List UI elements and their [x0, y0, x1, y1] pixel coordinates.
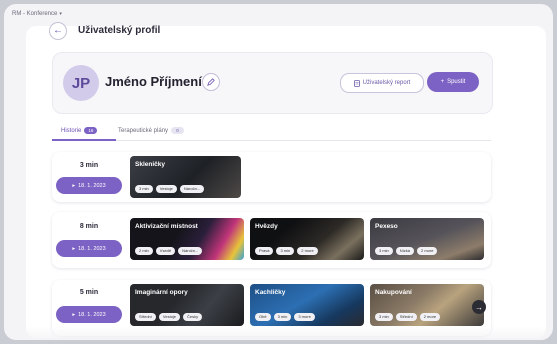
game-tag: Česky — [183, 313, 203, 321]
tab-bar: Historie 16 Terapeutické plány 0 — [52, 122, 491, 141]
bottom-fade — [26, 326, 546, 340]
game-card[interactable]: Kachličky Obě 3 min 3 more — [250, 284, 364, 326]
game-tag: 2 more — [297, 247, 318, 255]
document-icon — [353, 79, 360, 87]
game-card[interactable]: Pexeso 3 min Nízká 2 more — [370, 218, 484, 260]
game-tag: 3 min — [375, 247, 393, 255]
game-tag: Pravá — [255, 247, 274, 255]
game-tag: Vestoje — [155, 185, 177, 193]
game-title: Aktivizační místnost — [135, 223, 198, 230]
tab-history-label: Historie — [61, 127, 82, 134]
user-report-label: Uživatelský report — [362, 80, 411, 86]
session-duration: 3 min — [79, 162, 99, 169]
play-icon: ▸ — [72, 311, 76, 318]
game-tags: 2 min Vsedě Náročn... — [135, 247, 203, 255]
window-title[interactable]: RM - Konference ▾ — [12, 11, 62, 17]
session-row: 8 min ▸ 18. 1. 2023 Aktivizační místnost… — [52, 212, 491, 268]
back-button[interactable]: ← — [49, 22, 67, 40]
game-tag: 3 min — [273, 313, 292, 321]
arrow-left-icon: ← — [53, 25, 63, 36]
avatar: JP — [63, 65, 99, 101]
user-name: Jméno Příjmení — [105, 74, 202, 89]
game-tag: 3 min — [135, 185, 153, 193]
pencil-icon — [207, 78, 215, 86]
session-row: 3 min ▸ 18. 1. 2023 Skleničky 3 min Vest… — [52, 152, 491, 202]
game-tags: Pravá 3 min 2 more — [255, 247, 318, 255]
game-tag: Vsedě — [155, 247, 176, 255]
tab-active-indicator — [52, 139, 116, 141]
game-card[interactable]: Nakupování 3 min Střední 2 more — [370, 284, 484, 326]
start-button[interactable]: + Spustit — [427, 72, 479, 92]
game-tag: Obě — [255, 313, 271, 321]
arrow-right-icon: → — [475, 302, 483, 312]
tab-therapy-plans-count: 0 — [171, 127, 185, 134]
game-tags: Střední Vestoje Česky — [135, 313, 203, 321]
edit-name-button[interactable] — [202, 73, 220, 91]
game-title: Pexeso — [375, 223, 398, 230]
game-tag: Střední — [395, 313, 417, 321]
session-duration: 8 min — [79, 223, 99, 230]
game-tag: Nízká — [395, 247, 415, 255]
session-date: 18. 1. 2023 — [78, 245, 106, 252]
game-title: Skleničky — [135, 161, 165, 168]
game-card[interactable]: Aktivizační místnost 2 min Vsedě Náročn.… — [130, 218, 244, 260]
game-tags: 3 min Nízká 2 more — [375, 247, 438, 255]
profile-card: JP Jméno Příjmení Uživatelský report + S… — [52, 52, 493, 114]
user-report-button[interactable]: Uživatelský report — [340, 73, 424, 93]
game-tag: 2 more — [419, 313, 441, 321]
session-date: 18. 1. 2023 — [78, 311, 106, 318]
play-icon: ▸ — [72, 182, 76, 189]
tab-therapy-plans-label: Terapeutické plány — [118, 127, 169, 134]
session-date-button[interactable]: ▸ 18. 1. 2023 — [56, 306, 122, 323]
game-card[interactable]: Hvězdy Pravá 3 min 2 more — [250, 218, 364, 260]
game-title: Hvězdy — [255, 223, 278, 230]
tab-therapy-plans[interactable]: Terapeutické plány 0 — [118, 122, 185, 139]
game-tag: 2 more — [417, 247, 438, 255]
game-card[interactable]: Imaginární opory Střední Vestoje Česky — [130, 284, 244, 326]
game-tags: 3 min Vestoje Náročn... — [135, 185, 205, 193]
session-date: 18. 1. 2023 — [78, 182, 106, 189]
tab-divider — [52, 140, 491, 141]
tab-history-count: 16 — [84, 127, 98, 134]
game-tag: Střední — [135, 313, 156, 321]
window-title-text: RM - Konference — [12, 11, 58, 17]
scroll-right-button[interactable]: → — [472, 300, 486, 314]
game-title: Kachličky — [255, 289, 286, 296]
plus-icon: + — [440, 79, 445, 85]
game-card[interactable]: Skleničky 3 min Vestoje Náročn... — [130, 156, 241, 198]
game-tag: Vestoje — [158, 313, 181, 321]
game-tag: 3 more — [294, 313, 315, 321]
session-duration: 5 min — [79, 289, 99, 296]
page-title: Uživatelský profil — [78, 25, 161, 36]
game-tag: 3 min — [276, 247, 295, 255]
start-label: Spustit — [447, 79, 466, 85]
game-tag: Náročn... — [178, 247, 203, 255]
game-tags: 3 min Střední 2 more — [375, 313, 441, 321]
game-title: Nakupování — [375, 289, 412, 296]
game-tag: 2 min — [135, 247, 153, 255]
game-tag: 3 min — [375, 313, 393, 321]
session-date-button[interactable]: ▸ 18. 1. 2023 — [56, 240, 122, 257]
app-window: RM - Konference ▾ ← Uživatelský profil JP… — [4, 4, 553, 340]
game-tag: Náročn... — [179, 185, 205, 193]
play-icon: ▸ — [72, 245, 76, 252]
chevron-down-icon: ▾ — [59, 11, 62, 17]
session-date-button[interactable]: ▸ 18. 1. 2023 — [56, 177, 122, 194]
tab-history[interactable]: Historie 16 — [61, 122, 98, 139]
game-tags: Obě 3 min 3 more — [255, 313, 315, 321]
game-title: Imaginární opory — [135, 289, 188, 296]
